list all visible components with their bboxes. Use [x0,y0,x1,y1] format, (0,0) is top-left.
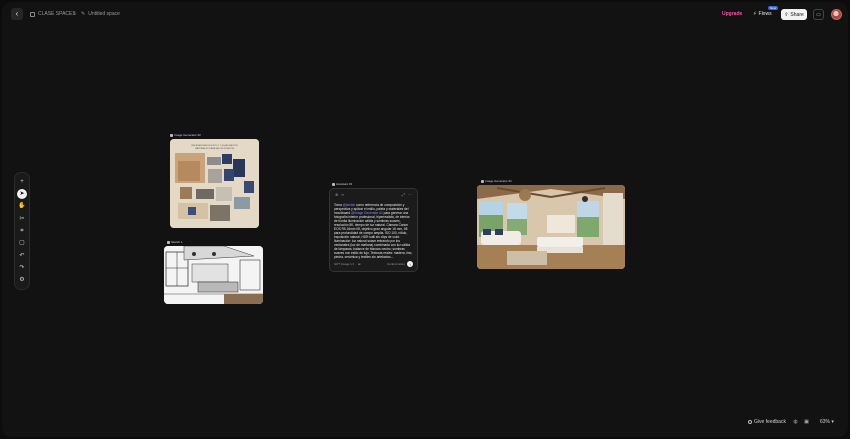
app-window: ‹ CLASE SPACES > ✎ Untitled space Upgrad… [2,2,848,437]
crop-icon[interactable]: ⌗ [17,226,27,236]
moodboard-node-label[interactable]: Image Generator #2 [170,133,201,137]
settings-icon[interactable]: ⚙ [17,275,27,285]
image-icon [481,179,484,183]
moodboard-heading-2: MATERIALES PARA SALÓN INTERIOR [195,147,234,150]
scissors-icon[interactable]: ✂ [17,214,27,224]
send-button[interactable]: ↑ [407,261,413,267]
assistant-prompt[interactable]: Toma @sketch como referencia de composic… [334,203,414,259]
chevron-left-icon: ‹ [15,9,19,18]
arrow-up-icon: ↑ [409,261,411,267]
attach-icon[interactable]: ⊕ [335,192,338,197]
assistant-icon [332,182,335,186]
back-button[interactable]: ‹ [11,8,23,20]
model-selector[interactable]: GPT Image 1:1 [334,262,354,266]
sketch-image[interactable] [164,246,263,304]
zoom-level[interactable]: 63% ▾ [820,419,834,425]
zoom-label: 63% [820,419,831,425]
assistant-top-left-icons: ⊕ ∞ [335,192,344,197]
flows-button[interactable]: ⚡ Flows [753,11,772,17]
model-label: GPT Image [334,262,350,266]
hand-icon[interactable]: ✋ [17,201,27,211]
aspect-label: 1:1 [350,262,355,266]
livingroom-node-label[interactable]: Image Generator #1 [481,179,512,183]
assistant-footer: GPT Image 1:1 ⊞ Control ratios ↑ [334,261,413,267]
upgrade-link[interactable]: Upgrade [722,11,742,17]
link-icon[interactable]: ∞ [341,192,344,197]
present-button[interactable]: ▭ [813,9,824,20]
moodboard-label-text: Image Generator #2 [174,133,201,137]
sketch-node-label[interactable]: Sketch 1 [167,240,183,244]
top-bar: ‹ CLASE SPACES > ✎ Untitled space Upgrad… [2,2,848,26]
livingroom-image[interactable] [477,185,625,269]
present-icon: ▭ [816,11,821,18]
more-icon[interactable]: ⋯ [408,192,412,197]
share-icon: ⇪ [784,11,789,18]
assistant-card[interactable]: ⊕ ∞ ⤢ ⋯ Toma @sketch como referencia de … [329,188,418,272]
moodboard-graphic: REFERENCIAS DE ESTILO Y ELABORACIÓN MATE… [170,139,259,228]
moodboard-heading: REFERENCIAS DE ESTILO Y ELABORACIÓN [192,144,238,147]
share-button[interactable]: ⇪ Share [781,9,807,20]
livingroom-label-text: Image Generator #1 [485,179,512,183]
assistant-top-right-icons: ⤢ ⋯ [402,192,412,197]
assistant-label-text: Assistant #1 [336,182,353,186]
flows-label: Flows [758,11,772,17]
breadcrumb-spaces[interactable]: CLASE SPACES [30,11,76,17]
chevron-down-icon: ▾ [831,419,834,425]
prompt-text-segment: para generar una fotografía interior pro… [334,211,413,259]
space-name: Untitled space [88,11,120,17]
new-badge: New [768,6,779,10]
add-icon[interactable]: ⊞ [358,262,361,266]
bolt-icon: ⚡ [753,11,757,17]
give-feedback-button[interactable]: Give feedback [748,419,786,425]
minimap-icon[interactable]: ▣ [803,418,810,425]
redo-icon[interactable]: ↷ [17,263,27,273]
grid-icon [30,11,35,17]
share-label: Share [790,11,804,18]
avatar[interactable] [831,9,842,20]
expand-icon[interactable]: ⤢ [402,192,405,197]
undo-icon[interactable]: ↶ [17,251,27,261]
moodboard-image[interactable]: REFERENCIAS DE ESTILO Y ELABORACIÓN MATE… [170,139,259,228]
assistant-node-label[interactable]: Assistant #1 [332,182,352,186]
sketch-label-text: Sketch 1 [171,240,183,244]
globe-icon[interactable]: ◍ [792,418,799,425]
left-toolbar: + ➤ ✋ ✂ ⌗ ▢ ↶ ↷ ⚙ [14,172,30,290]
breadcrumb-spaces-label: CLASE SPACES [38,11,76,17]
cursor-icon[interactable]: ➤ [17,189,27,199]
sketch-icon [167,240,170,244]
feedback-label: Give feedback [754,419,786,425]
feedback-icon [748,420,752,424]
image-icon [170,133,173,137]
plus-icon[interactable]: + [17,177,27,187]
breadcrumb-separator: > [73,11,76,17]
control-ratios-button[interactable]: Control ratios [387,262,405,266]
comment-icon[interactable]: ▢ [17,238,27,248]
sketch-graphic [164,246,263,304]
breadcrumb-space-name[interactable]: ✎ Untitled space [81,11,120,17]
livingroom-graphic [477,185,625,269]
pencil-icon: ✎ [81,11,86,17]
